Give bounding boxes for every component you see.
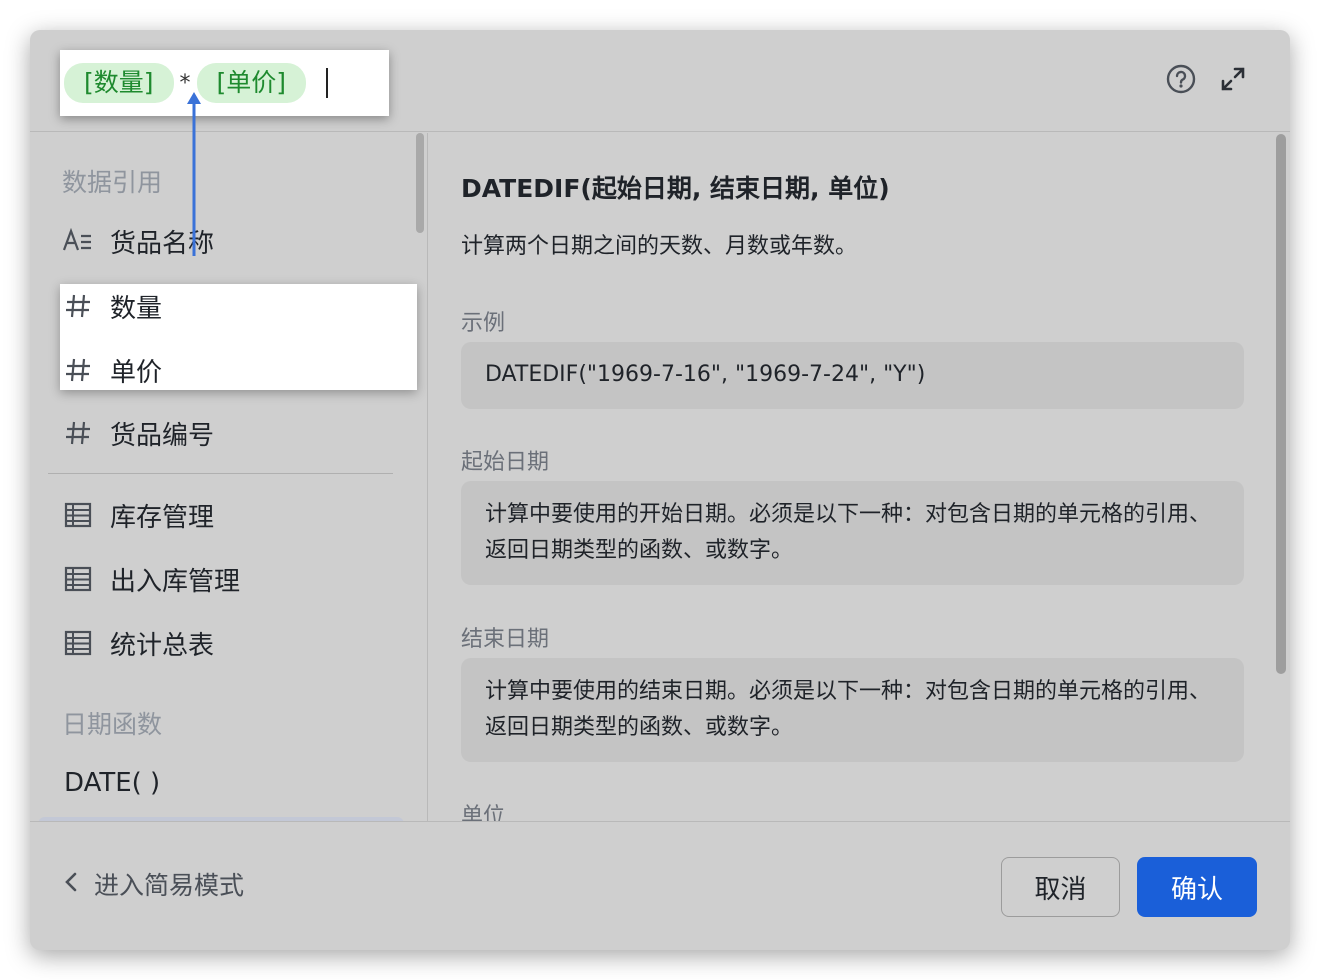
highlighted-fields: 数量 单价 <box>60 284 417 390</box>
table-icon <box>62 499 94 531</box>
function-detail: DATEDIF(起始日期, 结束日期, 单位) 计算两个日期之间的天数、月数或年… <box>430 133 1290 821</box>
sidebar-field-label: 货品编号 <box>110 420 215 451</box>
sidebar-table-summary[interactable]: 统计总表 <box>62 613 412 673</box>
unit-label: 单位 <box>461 804 506 821</box>
sidebar-field-label: 单价 <box>110 357 163 388</box>
sidebar-table-label: 库存管理 <box>110 502 215 533</box>
end-date-card: 计算中要使用的结束日期。必须是以下一种：对包含日期的单元格的引用、返回日期类型的… <box>461 658 1244 762</box>
sidebar-table-label: 统计总表 <box>110 630 215 661</box>
sidebar: 数据引用 货品名称 数量 单价 货品编号 库存管理 出入库管理 统计总表 日期函… <box>30 133 428 821</box>
expand-icon[interactable] <box>1216 62 1250 96</box>
sidebar-field-quantity[interactable]: 数量 <box>62 276 412 336</box>
formula-editor[interactable]: [数量] * [单价] <box>60 50 389 116</box>
sidebar-table-inventory[interactable]: 库存管理 <box>62 485 412 545</box>
dialog-header: [数量] * [单价] <box>30 30 1290 132</box>
cancel-button[interactable]: 取消 <box>1001 857 1120 917</box>
sidebar-scrollbar[interactable] <box>416 133 424 233</box>
help-circle-icon[interactable] <box>1164 62 1198 96</box>
end-date-label: 结束日期 <box>461 627 550 652</box>
function-description: 计算两个日期之间的天数、月数或年数。 <box>461 234 858 259</box>
simple-mode-link[interactable]: 进入简易模式 <box>64 866 244 902</box>
formula-dialog: [数量] * [单价] 数据引用 货品名称 数量 单价 货品编号 库存管理 出入… <box>30 30 1290 950</box>
content-scrollbar[interactable] <box>1276 134 1286 674</box>
section-title-date-functions: 日期函数 <box>62 710 163 739</box>
number-field-icon <box>62 290 94 322</box>
table-icon <box>62 563 94 595</box>
table-icon <box>62 627 94 659</box>
function-item-date[interactable]: DATE( ) <box>64 753 414 813</box>
text-field-icon <box>62 225 94 257</box>
text-caret <box>326 68 329 98</box>
function-label: DATE( ) <box>64 768 161 798</box>
formula-chip-quantity[interactable]: [数量] <box>64 63 174 103</box>
start-date-card: 计算中要使用的开始日期。必须是以下一种：对包含日期的单元格的引用、返回日期类型的… <box>461 481 1244 585</box>
number-field-icon <box>62 417 94 449</box>
start-date-label: 起始日期 <box>461 450 550 475</box>
sidebar-field-goods-number[interactable]: 货品编号 <box>62 403 412 463</box>
annotation-arrow <box>187 92 201 256</box>
example-text: DATEDIF("1969-7-16", "1969-7-24", "Y") <box>485 362 926 387</box>
number-field-icon <box>62 354 94 386</box>
function-signature: DATEDIF(起始日期, 结束日期, 单位) <box>461 174 890 203</box>
confirm-button[interactable]: 确认 <box>1137 857 1257 917</box>
end-date-description: 计算中要使用的结束日期。必须是以下一种：对包含日期的单元格的引用、返回日期类型的… <box>485 679 1212 740</box>
section-title-data-ref: 数据引用 <box>62 168 163 197</box>
sidebar-table-label: 出入库管理 <box>110 566 241 597</box>
dialog-footer: 进入简易模式 取消 确认 <box>30 821 1290 950</box>
sidebar-field-goods-name[interactable]: 货品名称 <box>62 211 412 271</box>
formula-chip-price[interactable]: [单价] <box>196 63 307 103</box>
sidebar-divider <box>48 473 393 474</box>
sidebar-table-in-out[interactable]: 出入库管理 <box>62 549 412 609</box>
chevron-left-icon <box>64 870 78 899</box>
example-label: 示例 <box>461 311 506 336</box>
start-date-description: 计算中要使用的开始日期。必须是以下一种：对包含日期的单元格的引用、返回日期类型的… <box>485 502 1212 563</box>
simple-mode-label: 进入简易模式 <box>94 871 245 900</box>
sidebar-field-label: 数量 <box>110 293 163 324</box>
example-card: DATEDIF("1969-7-16", "1969-7-24", "Y") <box>461 342 1244 409</box>
sidebar-field-unit-price[interactable]: 单价 <box>62 340 412 400</box>
